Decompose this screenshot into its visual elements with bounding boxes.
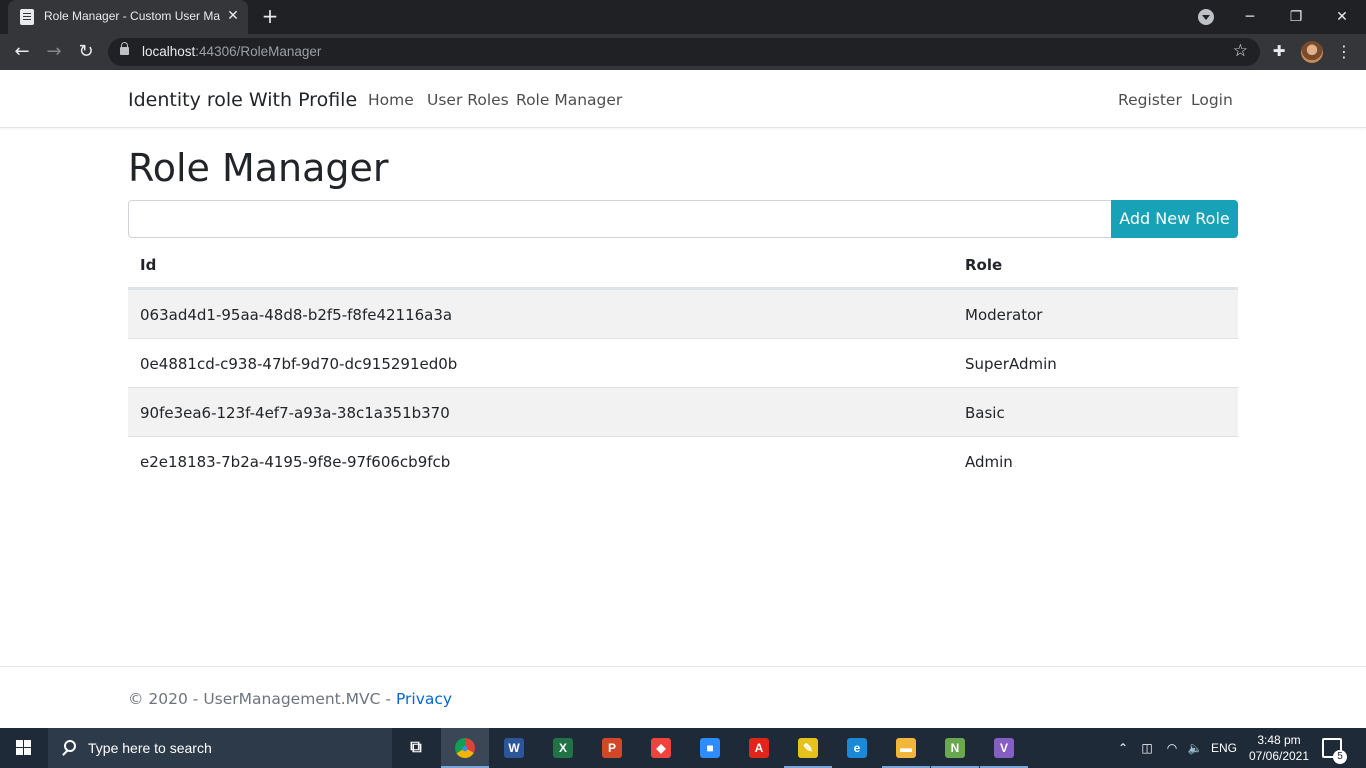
role-id-cell: 90fe3ea6-123f-4ef7-a93a-38c1a351b370 bbox=[140, 404, 450, 422]
notepad-plus-icon: N bbox=[945, 738, 965, 758]
taskbar-app-anydesk[interactable]: ◆ bbox=[637, 728, 685, 768]
role-id-cell: 063ad4d1-95aa-48d8-b2f5-f8fe42116a3a bbox=[140, 306, 453, 324]
window-close-icon[interactable]: ✕ bbox=[1326, 4, 1358, 30]
sticky-app-icon: ✎ bbox=[798, 738, 818, 758]
url-text[interactable]: localhost:44306/RoleManager bbox=[142, 44, 321, 59]
tab-search-icon[interactable] bbox=[1198, 9, 1214, 25]
reload-icon[interactable]: ↻ bbox=[74, 40, 98, 64]
windows-taskbar: Type here to search ⧉ ● W X P ◆ ■ A ✎ e ▬ N V ⌃ ◫ ◠ … bbox=[0, 728, 1366, 768]
add-new-role-button[interactable]: Add New Role bbox=[1111, 200, 1238, 238]
anydesk-icon: ◆ bbox=[651, 738, 671, 758]
minimize-icon[interactable]: ─ bbox=[1234, 4, 1266, 30]
powerpoint-icon: P bbox=[602, 738, 622, 758]
taskbar-app-sticky-app[interactable]: ✎ bbox=[784, 728, 832, 768]
visual-studio-icon: V bbox=[994, 738, 1014, 758]
word-icon: W bbox=[504, 738, 524, 758]
browser-toolbar: ← → ↻ localhost:44306/RoleManager ☆ ✚ ⋮ bbox=[0, 34, 1366, 70]
footer-copyright: © 2020 - UserManagement.MVC - Privacy bbox=[128, 690, 453, 708]
column-header-role: Role bbox=[965, 256, 1003, 274]
taskbar-app-file-explorer[interactable]: ▬ bbox=[882, 728, 930, 768]
lock-icon[interactable] bbox=[120, 42, 129, 55]
page-title: Role Manager bbox=[128, 146, 389, 190]
forward-arrow-icon[interactable]: → bbox=[42, 40, 66, 64]
role-name-cell: Admin bbox=[965, 453, 1013, 471]
volume-icon[interactable]: 🔈 bbox=[1184, 728, 1206, 768]
page-favicon-icon bbox=[20, 9, 34, 25]
nav-link-register[interactable]: Register bbox=[1118, 91, 1182, 109]
taskbar-search-placeholder: Type here to search bbox=[88, 740, 212, 756]
taskbar-app-acrobat[interactable]: A bbox=[735, 728, 783, 768]
back-arrow-icon[interactable]: ← bbox=[10, 40, 34, 64]
address-bar[interactable]: localhost:44306/RoleManager ☆ bbox=[108, 38, 1260, 66]
meet-now-icon[interactable]: ◫ bbox=[1138, 728, 1156, 768]
role-name-cell: SuperAdmin bbox=[965, 355, 1057, 373]
table-row: 0e4881cd-c938-47bf-9d70-dc915291ed0b Sup… bbox=[128, 338, 1238, 387]
clock-time: 3:48 pm bbox=[1257, 733, 1301, 747]
nav-link-login[interactable]: Login bbox=[1191, 91, 1233, 109]
zoom-icon: ■ bbox=[700, 738, 720, 758]
site-navbar: Identity role With Profile Home User Rol… bbox=[0, 70, 1366, 128]
column-header-id: Id bbox=[140, 256, 157, 274]
language-indicator[interactable]: ENG bbox=[1210, 728, 1238, 768]
notification-count-badge: 5 bbox=[1333, 750, 1347, 764]
nav-link-user-roles[interactable]: User Roles bbox=[427, 91, 509, 109]
roles-table: Id Role 063ad4d1-95aa-48d8-b2f5-f8fe4211… bbox=[128, 240, 1238, 485]
tab-title: Role Manager - Custom User Management bbox=[44, 9, 220, 23]
nav-link-home[interactable]: Home bbox=[368, 91, 414, 109]
taskbar-search-box[interactable]: Type here to search bbox=[48, 728, 392, 768]
wifi-icon[interactable]: ◠ bbox=[1162, 728, 1182, 768]
taskbar-app-powerpoint[interactable]: P bbox=[588, 728, 636, 768]
taskbar-app-chrome[interactable]: ● bbox=[441, 728, 489, 768]
browser-menu-icon[interactable]: ⋮ bbox=[1336, 40, 1352, 64]
maximize-icon[interactable]: ❐ bbox=[1280, 4, 1312, 30]
extensions-puzzle-icon[interactable]: ✚ bbox=[1270, 42, 1288, 60]
taskbar-app-excel[interactable]: X bbox=[539, 728, 587, 768]
table-row: 90fe3ea6-123f-4ef7-a93a-38c1a351b370 Bas… bbox=[128, 387, 1238, 436]
role-id-cell: e2e18183-7b2a-4195-9f8e-97f606cb9fcb bbox=[140, 453, 451, 471]
table-header: Id Role bbox=[128, 240, 1238, 289]
browser-tab-strip: Role Manager - Custom User Management ✕ … bbox=[0, 0, 1366, 34]
table-row: e2e18183-7b2a-4195-9f8e-97f606cb9fcb Adm… bbox=[128, 436, 1238, 485]
search-icon bbox=[64, 740, 76, 752]
role-name-cell: Basic bbox=[965, 404, 1005, 422]
taskbar-app-zoom[interactable]: ■ bbox=[686, 728, 734, 768]
table-row: 063ad4d1-95aa-48d8-b2f5-f8fe42116a3a Mod… bbox=[128, 289, 1238, 338]
clock-date: 07/06/2021 bbox=[1248, 749, 1310, 763]
task-view-icon: ⧉ bbox=[410, 739, 422, 756]
taskbar-app-edge[interactable]: e bbox=[833, 728, 881, 768]
browser-tab[interactable]: Role Manager - Custom User Management ✕ bbox=[8, 0, 248, 34]
role-name-cell: Moderator bbox=[965, 306, 1043, 324]
edge-icon: e bbox=[847, 738, 867, 758]
role-name-input[interactable] bbox=[128, 200, 1112, 238]
privacy-link[interactable]: Privacy bbox=[396, 690, 452, 708]
new-tab-button[interactable]: + bbox=[258, 5, 282, 29]
close-tab-icon[interactable]: ✕ bbox=[224, 7, 242, 25]
excel-icon: X bbox=[553, 738, 573, 758]
nav-link-role-manager[interactable]: Role Manager bbox=[516, 91, 622, 109]
site-footer: © 2020 - UserManagement.MVC - Privacy bbox=[0, 666, 1366, 728]
chrome-icon: ● bbox=[455, 738, 475, 758]
bookmark-star-icon[interactable]: ☆ bbox=[1233, 41, 1248, 61]
show-hidden-icons-chevron-icon[interactable]: ⌃ bbox=[1114, 728, 1132, 768]
taskbar-app-visual-studio[interactable]: V bbox=[980, 728, 1028, 768]
role-id-cell: 0e4881cd-c938-47bf-9d70-dc915291ed0b bbox=[140, 355, 458, 373]
taskbar-clock[interactable]: 3:48 pm 07/06/2021 bbox=[1244, 732, 1314, 764]
site-brand[interactable]: Identity role With Profile bbox=[128, 89, 357, 111]
taskbar-app-word[interactable]: W bbox=[490, 728, 538, 768]
taskbar-app-notepad-plus[interactable]: N bbox=[931, 728, 979, 768]
profile-avatar[interactable] bbox=[1301, 41, 1323, 63]
taskbar-app-task-view[interactable]: ⧉ bbox=[392, 728, 440, 768]
acrobat-icon: A bbox=[749, 738, 769, 758]
windows-start-icon[interactable] bbox=[0, 728, 48, 768]
file-explorer-icon: ▬ bbox=[896, 738, 916, 758]
